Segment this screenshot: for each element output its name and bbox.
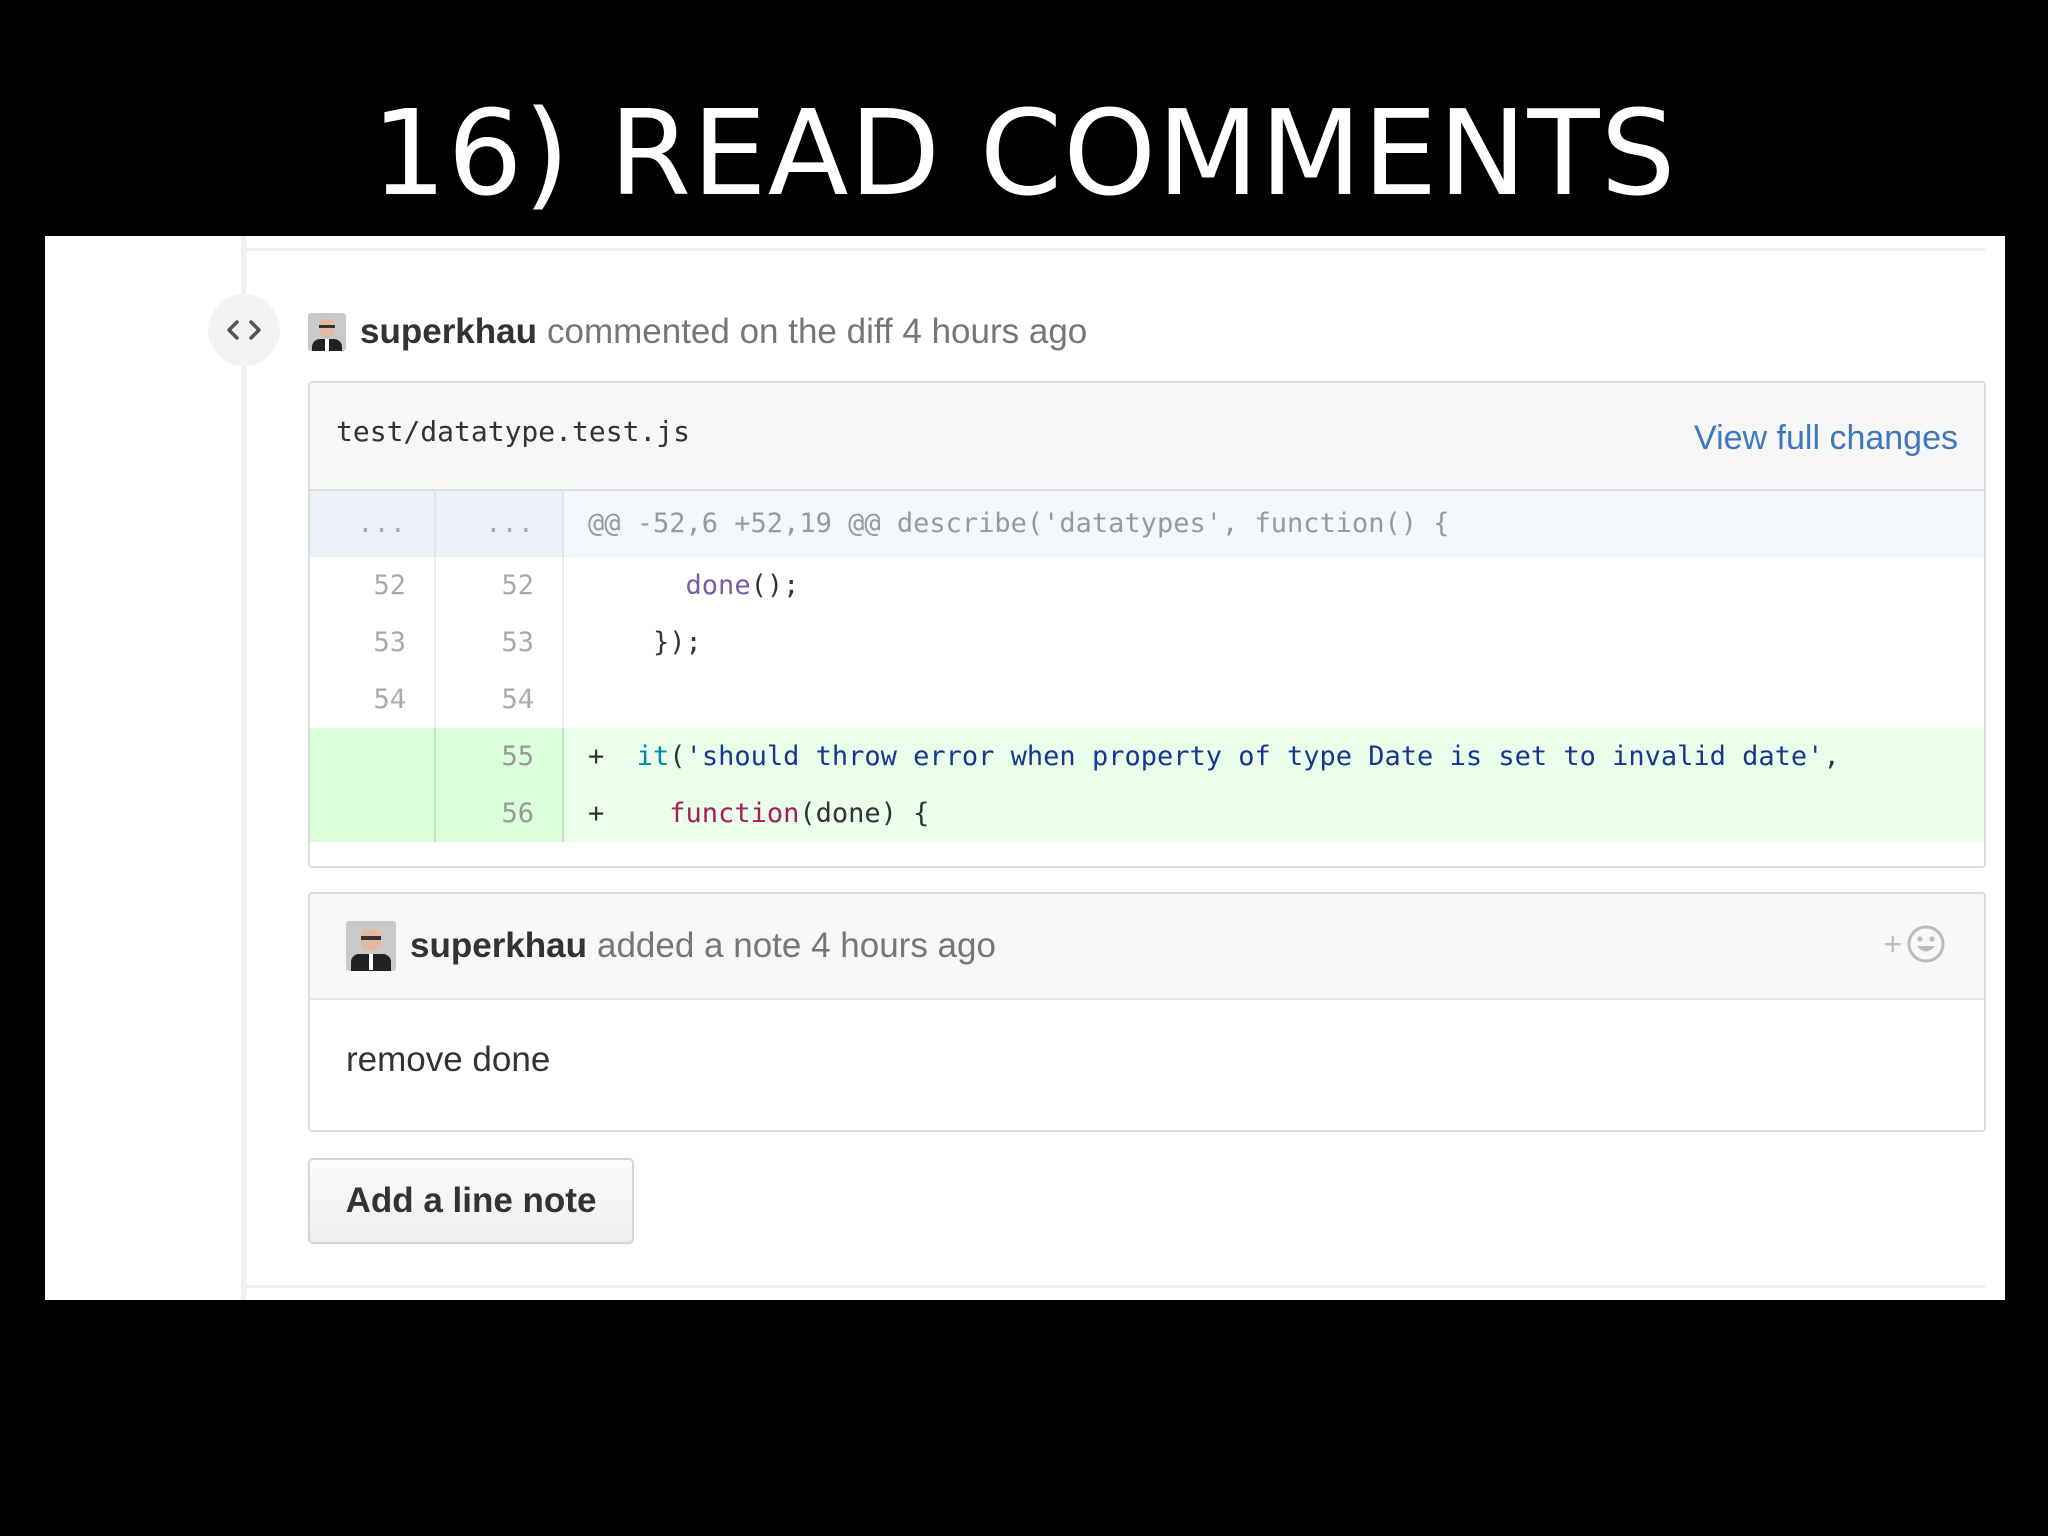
- file-path[interactable]: test/datatype.test.js: [336, 415, 690, 448]
- code-line: });: [588, 627, 702, 658]
- code-line: + it('should throw error when property o…: [564, 728, 1984, 785]
- note-header: superkhau added a note 4 hours ago +: [310, 894, 1984, 1000]
- diff-file-box: test/datatype.test.js View full changes …: [308, 381, 1986, 868]
- added-marker: +: [588, 741, 605, 772]
- code-text: ();: [750, 570, 800, 601]
- comment-action: commented on the diff 4 hours ago: [547, 312, 1088, 351]
- old-line-number[interactable]: 54: [310, 671, 436, 728]
- diff-line-added: 56 + function(done) {: [310, 785, 1984, 842]
- code-function-call: it: [636, 741, 670, 772]
- code-line: done();: [564, 557, 1984, 614]
- divider: [245, 248, 1985, 251]
- comment-author[interactable]: superkhau: [360, 312, 537, 352]
- timeline-line: [241, 236, 246, 1300]
- old-line-number[interactable]: 53: [310, 614, 436, 671]
- new-line-number[interactable]: 52: [436, 557, 564, 614]
- new-line-number[interactable]: 56: [436, 785, 564, 842]
- diff-line-added: 55 + it('should throw error when propert…: [310, 728, 1984, 785]
- avatar[interactable]: [308, 313, 346, 351]
- code-text: (done) {: [799, 798, 930, 829]
- old-line-number: [310, 728, 436, 785]
- file-header: test/datatype.test.js View full changes: [310, 383, 1984, 491]
- old-line-number: [310, 785, 436, 842]
- avatar[interactable]: [346, 921, 396, 971]
- smiley-icon: [1907, 925, 1945, 963]
- diff-line: 53 53 });: [310, 614, 1984, 671]
- old-line-number[interactable]: 52: [310, 557, 436, 614]
- code-text: ,: [1823, 741, 1840, 772]
- code-line: + function(done) {: [564, 785, 1984, 842]
- add-reaction-button[interactable]: +: [1883, 924, 1946, 964]
- comment-header: superkhau commented on the diff 4 hours …: [308, 312, 1087, 352]
- slide-title: 16) READ COMMENTS: [371, 84, 1677, 222]
- code-function-call: done: [685, 570, 751, 601]
- code-text: (: [669, 741, 686, 772]
- old-line-number[interactable]: ...: [310, 491, 436, 557]
- divider: [245, 1285, 1985, 1288]
- hunk-text: @@ -52,6 +52,19 @@ describe('datatypes',…: [588, 508, 1450, 539]
- add-line-note-button[interactable]: Add a line note: [308, 1158, 634, 1244]
- new-line-number[interactable]: 54: [436, 671, 564, 728]
- diff-line: 52 52 done();: [310, 557, 1984, 614]
- note-author[interactable]: superkhau: [410, 926, 587, 966]
- new-line-number[interactable]: 55: [436, 728, 564, 785]
- note-action: added a note 4 hours ago: [597, 926, 996, 965]
- hunk-header-row: ... ... @@ -52,6 +52,19 @@ describe('dat…: [310, 491, 1984, 557]
- diff-line: 54 54: [310, 671, 1984, 728]
- line-note: superkhau added a note 4 hours ago + rem…: [308, 892, 1986, 1132]
- note-body: remove done: [346, 1040, 551, 1079]
- new-line-number[interactable]: ...: [436, 491, 564, 557]
- code-keyword: function: [669, 798, 800, 829]
- plus-icon: +: [1883, 925, 1902, 962]
- code-string: 'should throw error when property of typ…: [685, 741, 1824, 772]
- view-full-changes-link[interactable]: View full changes: [1694, 419, 1958, 458]
- added-marker: +: [588, 798, 605, 829]
- new-line-number[interactable]: 53: [436, 614, 564, 671]
- github-screenshot: superkhau commented on the diff 4 hours …: [45, 236, 2005, 1300]
- code-brackets-icon: [208, 294, 280, 366]
